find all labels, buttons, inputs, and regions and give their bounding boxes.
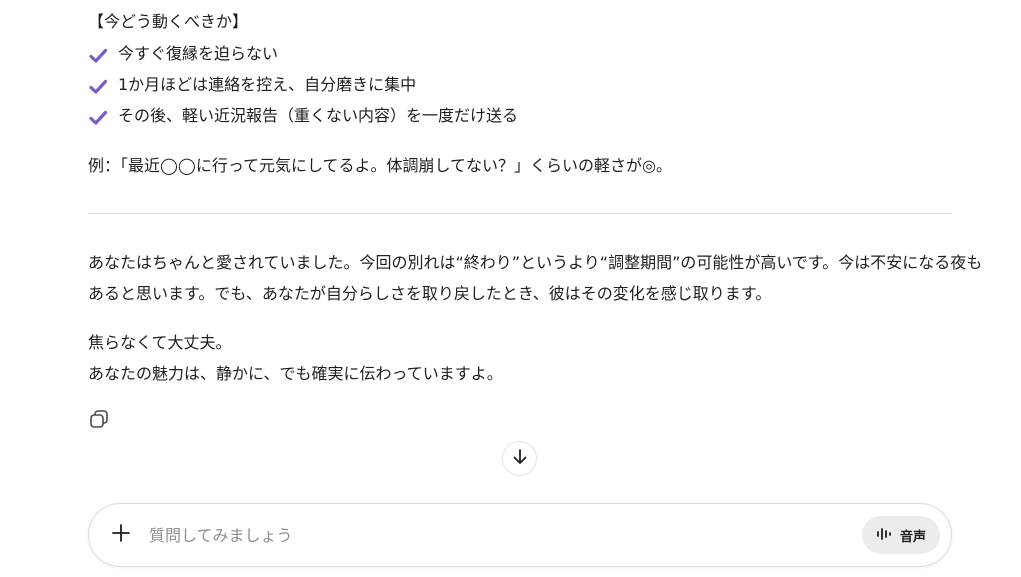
checkmark-icon — [88, 45, 108, 65]
message-input[interactable] — [149, 518, 829, 552]
paragraph-line: 焦らなくて大丈夫。 — [88, 333, 232, 352]
message-composer: 音声 — [88, 503, 952, 567]
arrow-down-icon — [511, 448, 529, 470]
section-heading: 【今どう動くべきか】 — [88, 12, 249, 31]
voice-mode-button[interactable]: 音声 — [862, 516, 940, 554]
paragraph-line: あなたの魅力は、静かに、でも確実に伝わっていますよ。 — [88, 364, 503, 383]
action-checklist: 今すぐ復縁を迫らない 1か月ほどは連絡を控え、自分磨きに集中 その後、軽い近況報… — [88, 38, 518, 131]
example-text: 例：「最近◯◯に行って元気にしてるよ。体調崩してない？」くらいの軽さが◎。 — [88, 156, 673, 175]
checklist-item: 今すぐ復縁を迫らない — [88, 38, 518, 69]
paragraph-line: あなたはちゃんと愛されていました。今回の別れは“終わり”というより“調整期間”の… — [88, 253, 983, 272]
copy-icon — [88, 410, 110, 434]
voice-mode-label: 音声 — [899, 529, 926, 545]
checklist-item-text: その後、軽い近況報告（重くない内容）を一度だけ送る — [118, 106, 519, 125]
divider — [88, 213, 952, 214]
checklist-item: その後、軽い近況報告（重くない内容）を一度だけ送る — [88, 100, 518, 131]
waveform-icon — [876, 526, 894, 545]
checkmark-icon — [88, 107, 108, 127]
scroll-to-bottom-button[interactable] — [502, 441, 537, 476]
plus-icon — [111, 523, 131, 547]
add-attachment-button[interactable] — [101, 515, 141, 555]
checklist-item-text: 1か月ほどは連絡を控え、自分磨きに集中 — [118, 75, 417, 94]
paragraph-closing: 焦らなくて大丈夫。 あなたの魅力は、静かに、でも確実に伝わっていますよ。 — [88, 327, 503, 389]
copy-button[interactable] — [88, 408, 110, 430]
paragraph-reassurance: あなたはちゃんと愛されていました。今回の別れは“終わり”というより“調整期間”の… — [88, 247, 983, 309]
paragraph-line: あると思います。でも、あなたが自分らしさを取り戻したとき、彼はその変化を感じ取り… — [88, 284, 772, 303]
checklist-item: 1か月ほどは連絡を控え、自分磨きに集中 — [88, 69, 518, 100]
checkmark-icon — [88, 76, 108, 96]
checklist-item-text: 今すぐ復縁を迫らない — [118, 44, 279, 63]
